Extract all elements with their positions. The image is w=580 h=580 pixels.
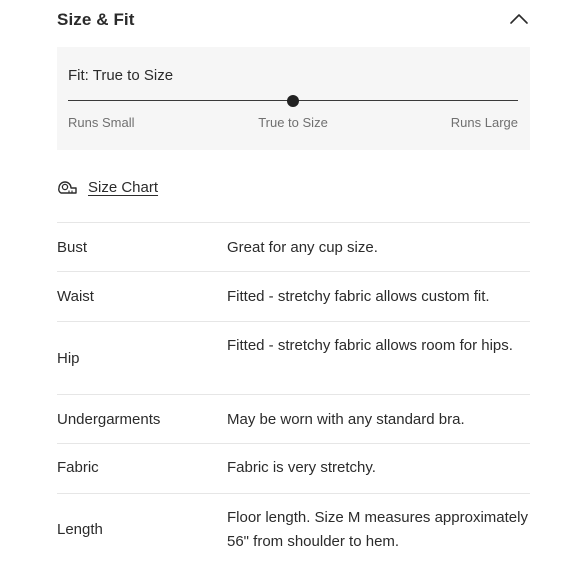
spec-key: Hip xyxy=(57,350,80,367)
section-title: Size & Fit xyxy=(57,10,135,29)
measuring-tape-icon xyxy=(57,178,77,196)
spec-row-bust: Bust Great for any cup size. xyxy=(57,222,530,271)
spec-value: Fabric is very stretchy. xyxy=(227,459,376,476)
size-fit-section: Size & Fit Fit: True to Size Runs Small … xyxy=(0,0,580,580)
fit-scale-label-true-to-size: True to Size xyxy=(258,115,328,130)
spec-key: Length xyxy=(57,521,103,538)
size-chart-link[interactable]: Size Chart xyxy=(57,177,158,197)
fit-label: Fit: True to Size xyxy=(68,67,174,84)
spec-table: Bust Great for any cup size. Waist Fitte… xyxy=(57,222,530,565)
fit-scale-marker xyxy=(287,95,299,107)
chevron-up-icon xyxy=(510,14,528,24)
spec-key: Undergarments xyxy=(57,411,161,428)
spec-value: Fitted - stretchy fabric allows custom f… xyxy=(227,288,490,305)
spec-key: Waist xyxy=(57,288,94,305)
size-chart-label: Size Chart xyxy=(88,178,159,196)
section-header[interactable]: Size & Fit xyxy=(57,8,530,36)
spec-value: May be worn with any standard bra. xyxy=(227,411,465,428)
spec-row-length: Length Floor length. Size M measures app… xyxy=(57,493,530,565)
spec-value: Great for any cup size. xyxy=(227,239,378,256)
spec-key: Bust xyxy=(57,239,88,256)
fit-scale-label-runs-small: Runs Small xyxy=(68,115,135,130)
spec-value: Floor length. Size M measures approximat… xyxy=(227,509,528,550)
spec-row-fabric: Fabric Fabric is very stretchy. xyxy=(57,443,530,493)
spec-value: Fitted - stretchy fabric allows room for… xyxy=(227,337,513,354)
spec-row-waist: Waist Fitted - stretchy fabric allows cu… xyxy=(57,271,530,321)
fit-scale-label-runs-large: Runs Large xyxy=(450,115,518,130)
fit-panel: Fit: True to Size Runs Small True to Siz… xyxy=(57,47,530,150)
spec-row-undergarments: Undergarments May be worn with any stand… xyxy=(57,394,530,443)
collapse-button[interactable] xyxy=(508,8,530,30)
spec-key: Fabric xyxy=(57,459,99,476)
spec-row-hip: Hip Fitted - stretchy fabric allows room… xyxy=(57,321,530,394)
